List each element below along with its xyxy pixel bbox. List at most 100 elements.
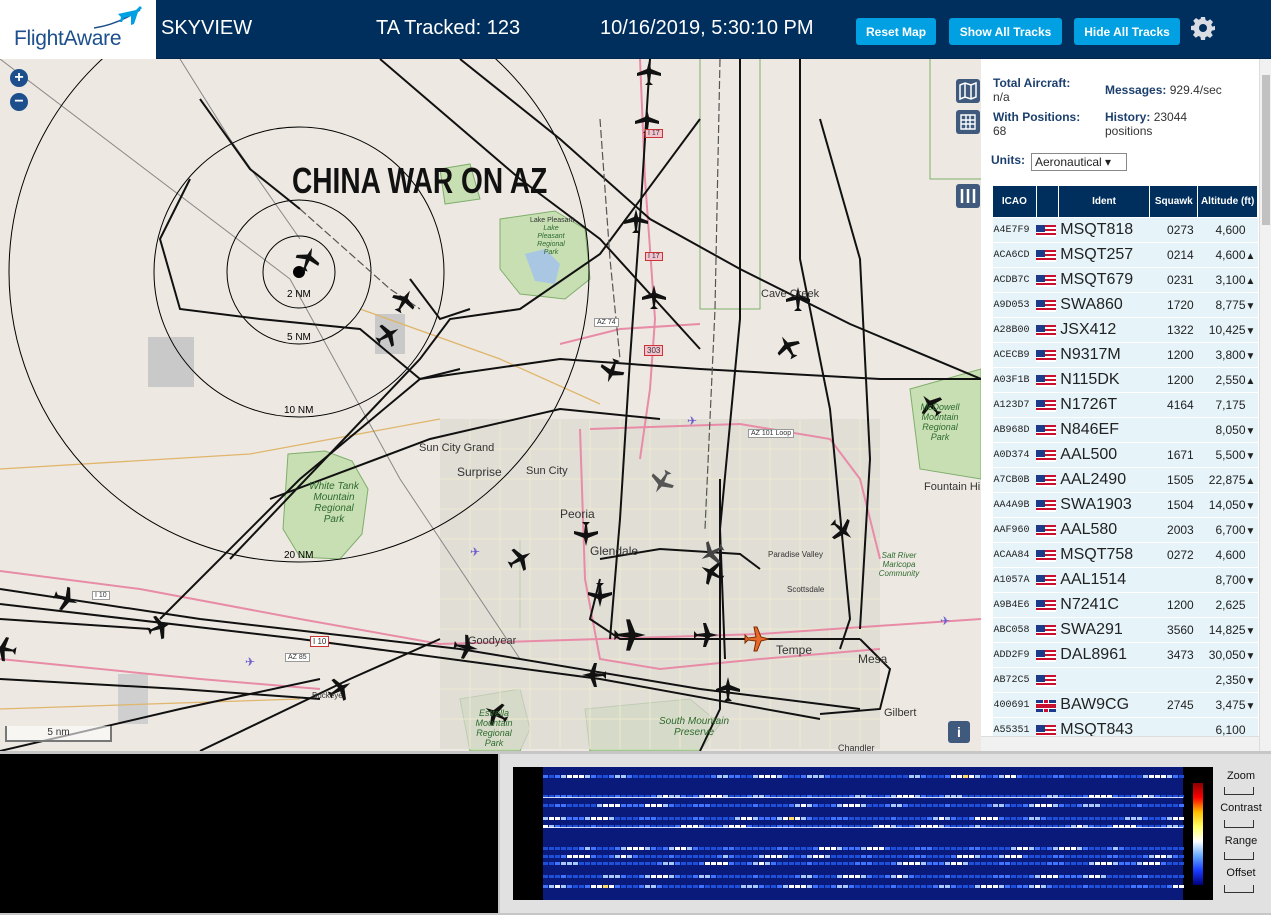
zoom-in-button[interactable]: + [10, 69, 28, 87]
gear-icon[interactable] [1191, 16, 1215, 40]
squawk-cell [1149, 567, 1198, 593]
range-label: 10 NM [284, 405, 314, 416]
table-row[interactable]: A4E7F9 MSQT818 0273 4,600 [992, 217, 1258, 243]
hide-all-tracks-button[interactable]: Hide All Tracks [1074, 18, 1180, 45]
us-flag-icon [1036, 649, 1057, 662]
aircraft-icon [0, 637, 17, 662]
altitude-value: 3,800 [1215, 348, 1246, 362]
altitude-value: 4,600 [1215, 548, 1246, 562]
ident-cell: MSQT818 [1058, 217, 1150, 243]
map-view[interactable]: ✈ ✈ ✈ ✈ CHINA WAR ON AZ 2 NM 5 NM 10 NM … [0, 59, 981, 751]
altitude-cell: 7,175 [1197, 392, 1258, 418]
grid-toggle-button[interactable] [956, 110, 980, 134]
icao-cell: ACA6CD [992, 242, 1037, 268]
squawk-cell [1149, 667, 1198, 693]
flag-cell [1036, 367, 1059, 393]
table-row[interactable]: A03F1B N115DK 1200 2,550▲ [992, 367, 1258, 393]
table-row[interactable]: A0D374 AAL500 1671 5,500▼ [992, 442, 1258, 468]
us-flag-icon [1036, 449, 1057, 462]
altitude-cell: 3,100▲ [1197, 267, 1258, 293]
altitude-trend-icon: ▼ [1245, 501, 1256, 512]
history-stat: History: 23044 positions [1105, 110, 1235, 138]
squawk-cell: 0214 [1149, 242, 1198, 268]
sidebar-scrollbar[interactable] [1259, 59, 1271, 751]
tracked-count: TA Tracked: 123 [376, 17, 521, 39]
flag-cell [1036, 592, 1059, 618]
us-flag-icon [1036, 249, 1057, 262]
range-label: 5 NM [287, 332, 311, 343]
table-row[interactable]: AA4A9B SWA1903 1504 14,050▼ [992, 492, 1258, 518]
column-header-flag[interactable] [1035, 185, 1059, 218]
table-row[interactable]: A28B00 JSX412 1322 10,425▼ [992, 317, 1258, 343]
skyview-app: FlightAware SKYVIEW TA Tracked: 123 10/1… [0, 0, 1271, 915]
place-label: Scottsdale [787, 585, 825, 594]
altitude-cell: 4,600▲ [1197, 242, 1258, 268]
squawk-cell: 0273 [1149, 217, 1198, 243]
units-label: Units: [991, 153, 1025, 167]
units-select[interactable]: Aeronautical ▾ [1031, 153, 1127, 171]
column-header-altitude[interactable]: Altitude (ft) [1197, 185, 1258, 218]
squawk-cell: 2003 [1149, 517, 1198, 543]
table-row[interactable]: ACECB9 N9317M 1200 3,800▼ [992, 342, 1258, 368]
altitude-value: 30,050 [1208, 648, 1246, 662]
place-label: Mesa [858, 652, 888, 666]
zoom-label: Zoom [1226, 770, 1256, 782]
squawk-cell: 4164 [1149, 392, 1198, 418]
table-row[interactable]: A9D053 SWA860 1720 8,775▼ [992, 292, 1258, 318]
table-row[interactable]: ACA6CD MSQT257 0214 4,600▲ [992, 242, 1258, 268]
scrollbar-thumb[interactable] [1262, 75, 1270, 225]
clock: 10/16/2019, 5:30:10 PM [600, 17, 814, 39]
map-layers-button[interactable] [956, 79, 980, 103]
table-row[interactable]: AB968D N846EF 8,050▼ [992, 417, 1258, 443]
info-button[interactable]: i [948, 721, 970, 743]
ident-cell: N7241C [1058, 592, 1150, 618]
table-horizontal-scrollbar[interactable] [981, 736, 1259, 751]
table-row[interactable]: ADD2F9 DAL8961 3473 30,050▼ [992, 642, 1258, 668]
table-row[interactable]: ACAA84 MSQT758 0272 4,600 [992, 542, 1258, 568]
table-row[interactable]: A9B4E6 N7241C 1200 2,625 [992, 592, 1258, 618]
column-header-ident[interactable]: Ident [1057, 185, 1151, 218]
flightaware-logo[interactable]: FlightAware [0, 0, 156, 59]
range-label: Range [1224, 835, 1258, 847]
column-header-icao[interactable]: ICAO [992, 185, 1037, 218]
altitude-value: 14,825 [1208, 623, 1246, 637]
table-row[interactable]: 400691 BAW9CG 2745 3,475▼ [992, 692, 1258, 718]
waterfall-display[interactable] [513, 767, 1213, 900]
table-row[interactable]: A123D7 N1726T 4164 7,175 [992, 392, 1258, 418]
zoom-slider[interactable] [1224, 787, 1254, 795]
table-row[interactable]: AAF960 AAL580 2003 6,700▼ [992, 517, 1258, 543]
us-flag-icon [1036, 549, 1057, 562]
offset-slider[interactable] [1224, 885, 1254, 893]
ident-cell: N9317M [1058, 342, 1150, 368]
ident-cell: DAL8961 [1058, 642, 1150, 668]
table-row[interactable]: A7CB0B AAL2490 1505 22,875▲ [992, 467, 1258, 493]
altitude-value: 4,600 [1215, 248, 1246, 262]
flag-cell [1036, 392, 1059, 418]
place-label: Chandler [838, 743, 875, 751]
altitude-cell: 10,425▼ [1197, 317, 1258, 343]
show-all-tracks-button[interactable]: Show All Tracks [949, 18, 1062, 45]
column-header-squawk[interactable]: Squawk [1149, 185, 1199, 218]
flag-cell [1036, 292, 1059, 318]
column-toggle-button[interactable] [956, 184, 980, 208]
squawk-cell: 1322 [1149, 317, 1198, 343]
place-label: Buckeye [312, 691, 343, 700]
altitude-cell: 14,050▼ [1197, 492, 1258, 518]
icao-cell: A123D7 [992, 392, 1037, 418]
contrast-slider[interactable] [1224, 820, 1254, 828]
us-flag-icon [1036, 474, 1057, 487]
squawk-cell [1149, 417, 1198, 443]
flag-cell [1036, 467, 1059, 493]
altitude-trend-icon: ▼ [1245, 701, 1256, 712]
place-label: Gilbert [884, 707, 917, 719]
reset-map-button[interactable]: Reset Map [856, 18, 936, 45]
table-row[interactable]: ACDB7C MSQT679 0231 3,100▲ [992, 267, 1258, 293]
table-row[interactable]: AB72C5 2,350▼ [992, 667, 1258, 693]
highway-shield: 303 [644, 345, 664, 356]
flag-cell [1036, 642, 1059, 668]
table-row[interactable]: A1057A AAL1514 8,700▼ [992, 567, 1258, 593]
icao-cell: A03F1B [992, 367, 1037, 393]
zoom-out-button[interactable]: − [10, 93, 28, 111]
range-slider[interactable] [1224, 852, 1254, 860]
table-row[interactable]: ABC058 SWA291 3560 14,825▼ [992, 617, 1258, 643]
